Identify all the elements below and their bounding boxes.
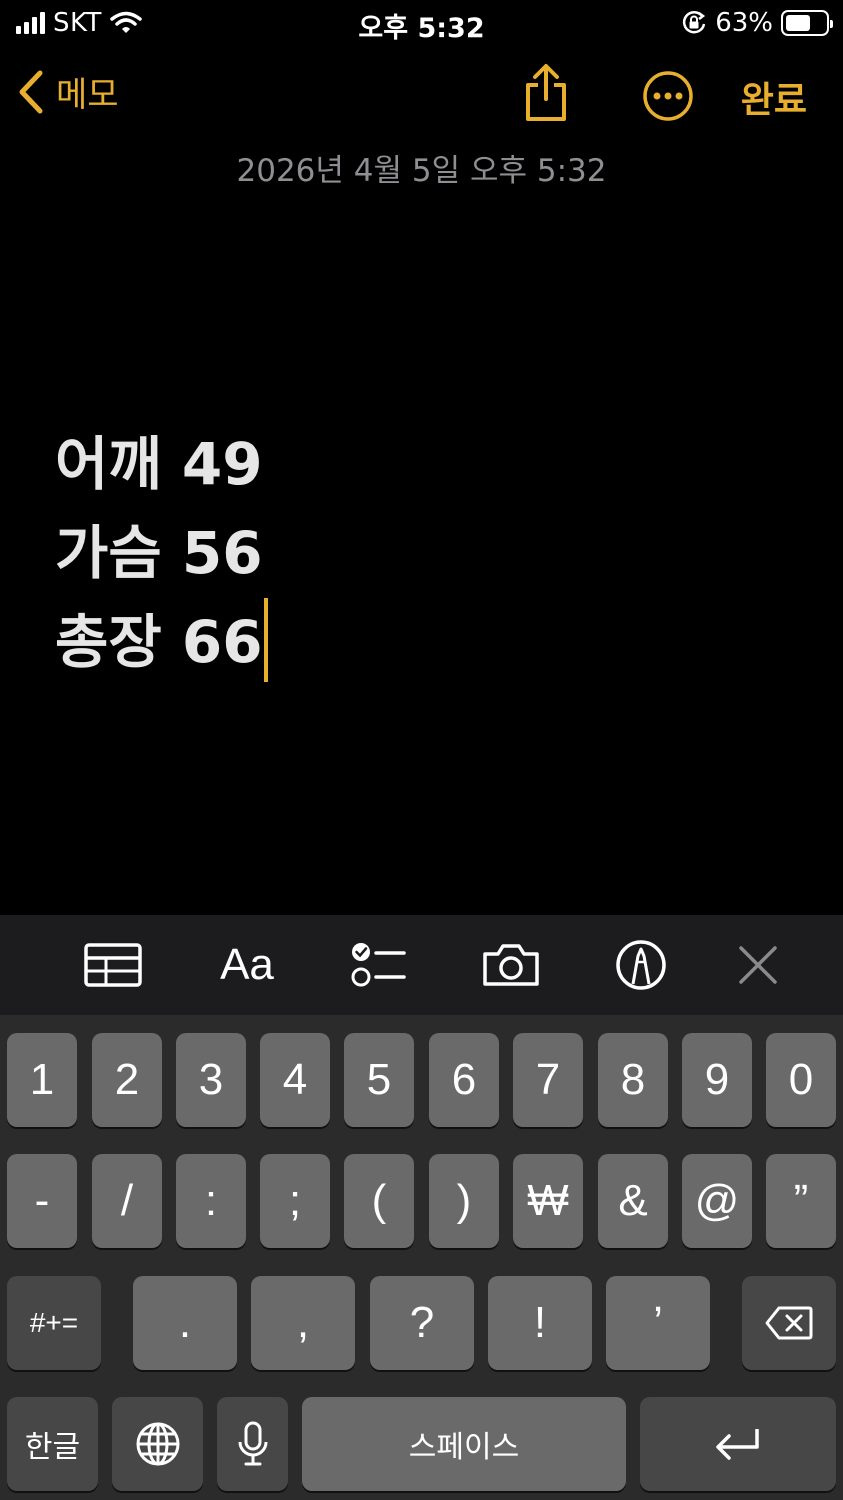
key-7[interactable]: 7 xyxy=(513,1033,583,1127)
note-line: 가슴 56 xyxy=(55,519,263,587)
key-label: : xyxy=(204,1176,218,1225)
table-icon xyxy=(84,943,142,987)
chevron-left-icon xyxy=(19,70,43,113)
key-0[interactable]: 0 xyxy=(766,1033,836,1127)
key-label: ! xyxy=(533,1298,547,1347)
key-label: 2 xyxy=(114,1055,140,1104)
formatting-toolbar: Aa xyxy=(0,915,843,1015)
key-label: @ xyxy=(694,1176,740,1225)
key-label: #+= xyxy=(29,1307,79,1338)
key-8[interactable]: 8 xyxy=(598,1033,668,1127)
table-button[interactable] xyxy=(84,935,142,995)
dictation-key[interactable] xyxy=(217,1397,288,1491)
key-period[interactable]: . xyxy=(133,1276,237,1370)
camera-icon xyxy=(483,944,539,986)
key-5[interactable]: 5 xyxy=(344,1033,414,1127)
symbols-key[interactable]: #+= xyxy=(7,1276,101,1370)
nav-bar: 메모 완료 xyxy=(0,55,843,135)
space-key[interactable]: 스페이스 xyxy=(302,1397,626,1491)
microphone-icon xyxy=(238,1421,267,1466)
key-question[interactable]: ? xyxy=(370,1276,474,1370)
return-key[interactable] xyxy=(640,1397,836,1491)
close-button[interactable] xyxy=(736,935,780,995)
key-label: ? xyxy=(409,1298,435,1347)
key-apostrophe[interactable]: ’ xyxy=(606,1276,710,1370)
checklist-icon xyxy=(351,943,406,987)
key-label: ) xyxy=(456,1176,472,1225)
camera-button[interactable] xyxy=(481,935,541,995)
format-icon: Aa xyxy=(220,940,274,989)
key-label: 1 xyxy=(29,1055,55,1104)
note-line-text: 총장 66 xyxy=(55,608,263,676)
checklist-button[interactable] xyxy=(350,935,406,995)
back-label: 메모 xyxy=(56,75,119,115)
key-label: & xyxy=(618,1176,648,1225)
key-open-paren[interactable]: ( xyxy=(344,1154,414,1248)
note-line-last: 총장 66 xyxy=(55,597,815,687)
key-quote[interactable]: ” xyxy=(766,1154,836,1248)
battery-icon xyxy=(781,10,833,36)
key-1[interactable]: 1 xyxy=(7,1033,77,1127)
markup-icon xyxy=(616,940,666,990)
key-4[interactable]: 4 xyxy=(260,1033,330,1127)
note-body[interactable]: 어깨 49 가슴 56 총장 66 xyxy=(55,420,815,687)
key-label: ; xyxy=(288,1176,302,1225)
text-cursor xyxy=(263,597,268,682)
key-2[interactable]: 2 xyxy=(92,1033,162,1127)
key-label: 7 xyxy=(535,1055,561,1104)
key-label: 8 xyxy=(620,1055,646,1104)
back-button[interactable]: 메모 xyxy=(16,67,119,116)
key-close-paren[interactable]: ) xyxy=(429,1154,499,1248)
format-button[interactable]: Aa xyxy=(216,935,278,995)
key-label: 한글 xyxy=(24,1430,81,1465)
key-label: 0 xyxy=(788,1055,814,1104)
key-6[interactable]: 6 xyxy=(429,1033,499,1127)
key-hyphen[interactable]: - xyxy=(7,1154,77,1248)
keyboard: 1 2 3 4 5 6 7 8 9 0 - / : ; ( ) ₩ & @ ” … xyxy=(0,1015,843,1500)
key-label: - xyxy=(34,1176,50,1225)
key-label: 5 xyxy=(366,1055,392,1104)
share-icon[interactable] xyxy=(522,63,570,123)
note-date: 2026년 4월 5일 오후 5:32 xyxy=(236,153,607,189)
key-ampersand[interactable]: & xyxy=(598,1154,668,1248)
delete-key[interactable] xyxy=(742,1276,836,1370)
key-label: 9 xyxy=(704,1055,730,1104)
key-comma[interactable]: , xyxy=(251,1276,355,1370)
key-won[interactable]: ₩ xyxy=(513,1154,583,1248)
backspace-icon xyxy=(765,1306,813,1340)
key-exclamation[interactable]: ! xyxy=(488,1276,592,1370)
done-button[interactable]: 완료 xyxy=(741,71,807,123)
key-label: ( xyxy=(371,1176,387,1225)
key-label: , xyxy=(296,1298,310,1347)
key-label: . xyxy=(178,1298,192,1347)
note-line: 어깨 49 xyxy=(55,430,263,498)
globe-key[interactable] xyxy=(112,1397,203,1491)
hangul-key[interactable]: 한글 xyxy=(7,1397,98,1491)
close-icon xyxy=(739,946,777,984)
orientation-lock-icon xyxy=(683,11,706,34)
globe-icon xyxy=(136,1422,179,1466)
battery-percent: 63% xyxy=(715,8,773,38)
key-label: 3 xyxy=(198,1055,224,1104)
more-icon[interactable] xyxy=(642,70,694,122)
key-label: 스페이스 xyxy=(408,1430,520,1465)
key-semicolon[interactable]: ; xyxy=(260,1154,330,1248)
key-label: 6 xyxy=(451,1055,477,1104)
markup-button[interactable] xyxy=(614,935,668,995)
return-icon xyxy=(716,1429,759,1460)
key-at[interactable]: @ xyxy=(682,1154,752,1248)
key-colon[interactable]: : xyxy=(176,1154,246,1248)
key-slash[interactable]: / xyxy=(92,1154,162,1248)
key-label: ’ xyxy=(653,1298,663,1347)
key-label: ₩ xyxy=(527,1176,569,1225)
key-9[interactable]: 9 xyxy=(682,1033,752,1127)
key-label: ” xyxy=(793,1176,809,1225)
key-3[interactable]: 3 xyxy=(176,1033,246,1127)
key-label: / xyxy=(120,1176,134,1225)
key-label: 4 xyxy=(282,1055,308,1104)
status-bar: SKT 오후 5:32 63% xyxy=(0,0,843,48)
